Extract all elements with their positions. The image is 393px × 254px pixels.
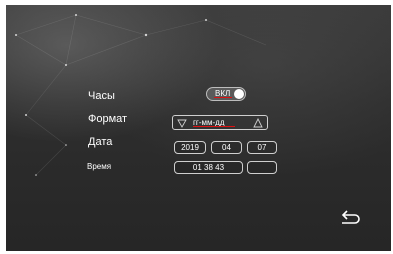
time-field[interactable]: 01 38 43 (174, 161, 243, 174)
clock-label: Часы (88, 90, 115, 102)
return-arrow-icon (341, 210, 360, 224)
back-button[interactable] (338, 209, 362, 229)
underline-decoration (214, 97, 232, 98)
underline-decoration (193, 126, 235, 127)
date-year-field[interactable]: 2019 (174, 141, 206, 154)
format-prev-button[interactable] (175, 116, 189, 129)
format-next-button[interactable] (251, 116, 265, 129)
triangle-up-icon (253, 117, 263, 127)
date-day-field[interactable]: 07 (247, 141, 277, 154)
time-label: Время (87, 162, 112, 171)
toggle-knob (234, 89, 244, 99)
format-selector[interactable]: гг-мм-дд (172, 115, 268, 130)
date-month-field[interactable]: 04 (211, 141, 242, 154)
format-label: Формат (88, 113, 128, 125)
triangle-down-icon (177, 119, 187, 128)
date-label: Дата (88, 136, 113, 148)
time-extra-field[interactable] (247, 161, 277, 174)
clock-toggle[interactable]: ВКЛ (206, 87, 246, 101)
